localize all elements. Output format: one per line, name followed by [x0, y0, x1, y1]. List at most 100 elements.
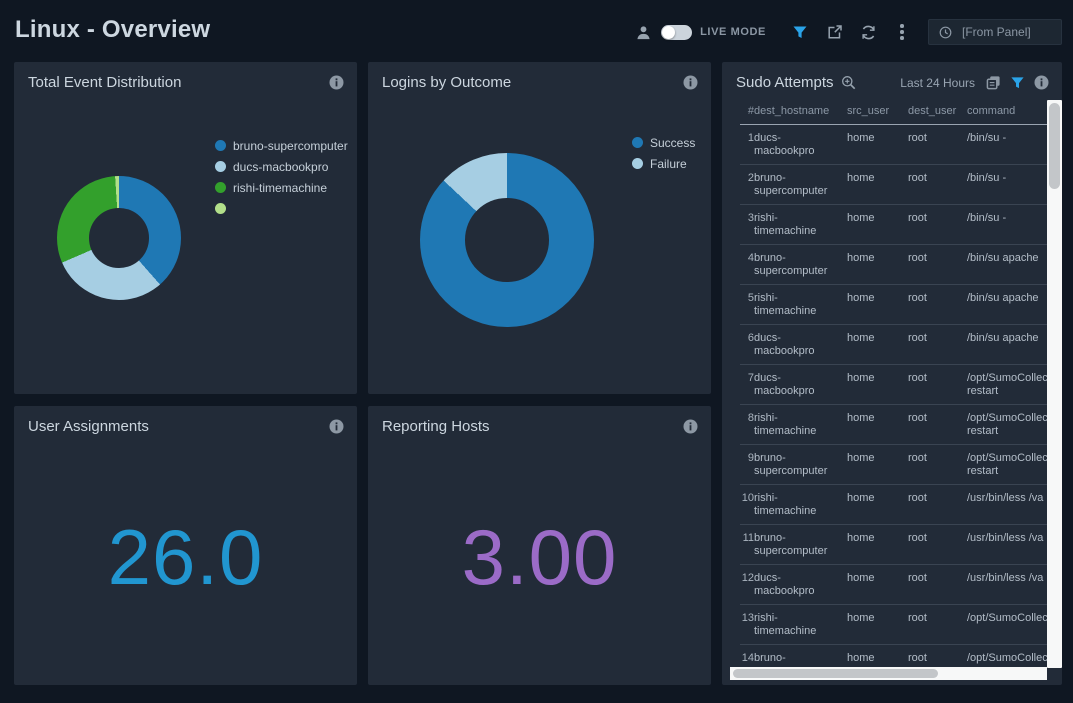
table-row[interactable]: 13rishi-timemachinehomeroot/opt/SumoColl…: [740, 605, 1047, 645]
table-header-row: #dest_hostnamesrc_userdest_usercommand: [740, 101, 1047, 125]
cell-dst: root: [908, 485, 967, 525]
table-row[interactable]: 3rishi-timemachinehomeroot/bin/su -: [740, 205, 1047, 245]
cell-dst: root: [908, 445, 967, 485]
column-header-command[interactable]: command: [967, 101, 1047, 125]
cell-cmd: /opt/SumoCollec: [967, 605, 1047, 645]
panel-total-event-distribution: Total Event Distribution bruno-supercomp…: [14, 62, 357, 394]
live-mode-toggle[interactable]: [661, 25, 692, 40]
legend-item[interactable]: bruno-supercomputer: [215, 140, 348, 151]
cell-num: 5: [740, 285, 754, 325]
table-row[interactable]: 5rishi-timemachinehomeroot/bin/su apache: [740, 285, 1047, 325]
cell-src: home: [847, 445, 908, 485]
cell-host: rishi-timemachine: [754, 285, 847, 325]
table-row[interactable]: 2bruno-supercomputerhomeroot/bin/su -: [740, 165, 1047, 205]
cell-dst: root: [908, 165, 967, 205]
clock-icon: [939, 26, 952, 39]
cell-dst: root: [908, 325, 967, 365]
sudo-table-body: 1ducs-macbookprohomeroot/bin/su -2bruno-…: [740, 125, 1047, 666]
legend-swatch: [215, 161, 226, 172]
horizontal-scrollbar-thumb[interactable]: [733, 669, 938, 678]
cell-dst: root: [908, 525, 967, 565]
cell-num: 4: [740, 245, 754, 285]
cell-num: 7: [740, 365, 754, 405]
table-row[interactable]: 12ducs-macbookprohomeroot/usr/bin/less /…: [740, 565, 1047, 605]
donut-chart-logins[interactable]: [420, 153, 594, 327]
cell-dst: root: [908, 285, 967, 325]
horizontal-scrollbar[interactable]: [730, 667, 1047, 680]
legend-swatch: [632, 158, 643, 169]
cell-host: rishi-timemachine: [754, 405, 847, 445]
cell-host: rishi-timemachine: [754, 485, 847, 525]
cell-host: rishi-timemachine: [754, 605, 847, 645]
cell-dst: root: [908, 645, 967, 666]
copy-icon[interactable]: [986, 75, 1001, 90]
cell-num: 13: [740, 605, 754, 645]
legend-logins: Success Failure: [632, 137, 695, 179]
info-icon[interactable]: [329, 75, 344, 90]
table-row[interactable]: 9bruno-supercomputerhomeroot/opt/SumoCol…: [740, 445, 1047, 485]
column-header-dest_hostname[interactable]: dest_hostname: [754, 101, 847, 125]
vertical-scrollbar[interactable]: [1047, 100, 1062, 668]
search-zoom-icon[interactable]: [841, 75, 856, 90]
table-row[interactable]: 10rishi-timemachinehomeroot/usr/bin/less…: [740, 485, 1047, 525]
column-header-src_user[interactable]: src_user: [847, 101, 908, 125]
info-icon[interactable]: [683, 75, 698, 90]
panel-title: Sudo Attempts: [736, 74, 834, 91]
cell-num: 9: [740, 445, 754, 485]
live-mode-label: LIVE MODE: [700, 26, 766, 38]
cell-cmd: /bin/su apache: [967, 285, 1047, 325]
legend-label: Success: [650, 136, 695, 150]
cell-host: bruno-supercomputer: [754, 525, 847, 565]
cell-num: 10: [740, 485, 754, 525]
vertical-scrollbar-thumb[interactable]: [1049, 103, 1060, 189]
table-row[interactable]: 14bruno-supercomputerhomeroot/opt/SumoCo…: [740, 645, 1047, 666]
time-range-selector[interactable]: [From Panel]: [928, 19, 1062, 45]
legend-item[interactable]: ducs-macbookpro: [215, 161, 348, 172]
cell-src: home: [847, 125, 908, 165]
donut-chart-total-events[interactable]: [57, 176, 181, 300]
table-row[interactable]: 8rishi-timemachinehomeroot/opt/SumoColle…: [740, 405, 1047, 445]
legend-item[interactable]: Failure: [632, 158, 695, 169]
column-header-dest_user[interactable]: dest_user: [908, 101, 967, 125]
filter-icon[interactable]: [788, 20, 812, 44]
cell-cmd: /bin/su -: [967, 125, 1047, 165]
user-icon[interactable]: [631, 20, 655, 44]
cell-host: bruno-supercomputer: [754, 165, 847, 205]
legend-label: bruno-supercomputer: [233, 139, 348, 153]
share-icon[interactable]: [822, 20, 846, 44]
legend-item[interactable]: rishi-timemachine: [215, 182, 348, 193]
cell-num: 11: [740, 525, 754, 565]
info-icon[interactable]: [1034, 75, 1049, 90]
cell-num: 12: [740, 565, 754, 605]
top-bar: Linux - Overview LIVE MODE [From Panel]: [0, 0, 1073, 62]
more-menu-icon[interactable]: [890, 24, 914, 40]
table-row[interactable]: 11bruno-supercomputerhomeroot/usr/bin/le…: [740, 525, 1047, 565]
cell-cmd: /usr/bin/less /va: [967, 565, 1047, 605]
cell-host: ducs-macbookpro: [754, 125, 847, 165]
toggle-knob: [662, 26, 675, 39]
cell-src: home: [847, 485, 908, 525]
top-bar-actions: LIVE MODE [From Panel]: [631, 19, 1062, 45]
cell-src: home: [847, 285, 908, 325]
cell-src: home: [847, 525, 908, 565]
time-range-value: [From Panel]: [962, 25, 1031, 39]
cell-src: home: [847, 405, 908, 445]
legend-item[interactable]: Success: [632, 137, 695, 148]
refresh-icon[interactable]: [856, 20, 880, 44]
cell-num: 6: [740, 325, 754, 365]
cell-dst: root: [908, 205, 967, 245]
cell-cmd: /bin/su apache: [967, 325, 1047, 365]
cell-dst: root: [908, 125, 967, 165]
cell-cmd: /bin/su apache: [967, 245, 1047, 285]
table-row[interactable]: 7ducs-macbookprohomeroot/opt/SumoCollec …: [740, 365, 1047, 405]
table-row[interactable]: 4bruno-supercomputerhomeroot/bin/su apac…: [740, 245, 1047, 285]
cell-num: 2: [740, 165, 754, 205]
panel-time-range: Last 24 Hours: [900, 76, 975, 90]
cell-dst: root: [908, 405, 967, 445]
table-row[interactable]: 6ducs-macbookprohomeroot/bin/su apache: [740, 325, 1047, 365]
table-row[interactable]: 1ducs-macbookprohomeroot/bin/su -: [740, 125, 1047, 165]
filter-icon[interactable]: [1010, 75, 1025, 90]
legend-item[interactable]: [215, 203, 348, 214]
column-header-num[interactable]: #: [740, 101, 754, 125]
cell-num: 3: [740, 205, 754, 245]
